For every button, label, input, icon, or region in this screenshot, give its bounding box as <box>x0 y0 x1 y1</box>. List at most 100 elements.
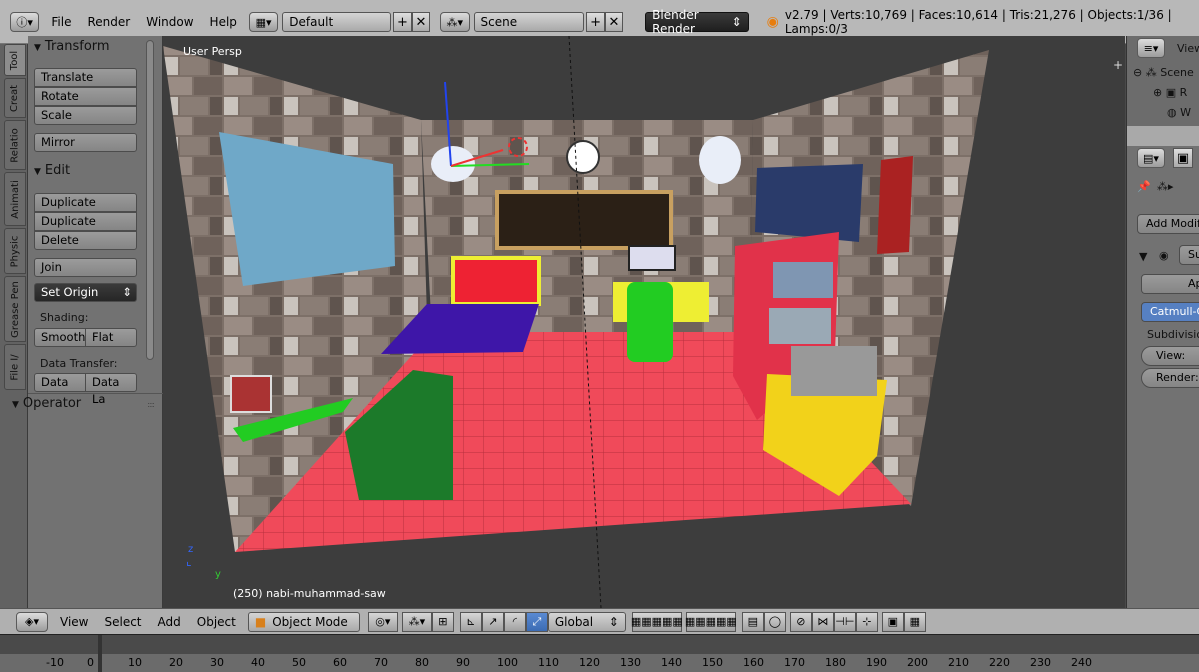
render-engine-label: Blender Render <box>652 8 699 36</box>
set-origin-label: Set Origin <box>41 285 99 299</box>
info-editor-type-button[interactable]: ⓘ▾ <box>10 12 40 32</box>
remove-scene-button[interactable]: ✕ <box>604 12 624 32</box>
layers-grid-icon: ▦▦▦▦▦ <box>684 615 737 628</box>
data-layout-button[interactable]: Data La <box>85 373 137 406</box>
menu-object[interactable]: Object <box>197 615 236 629</box>
timeline[interactable]: -10 0 10 20 30 40 50 60 70 80 90 100 110 120 130 140 150… <box>0 634 1199 672</box>
cube-icon: ◈▾ <box>25 615 39 628</box>
timeline-tick-label: 70 <box>374 656 388 669</box>
scene-field[interactable]: Scene <box>473 12 585 32</box>
tab-grease-pencil[interactable]: Grease Pen <box>4 276 26 342</box>
screen-layout-icon-button[interactable]: ▦▾ <box>248 12 279 32</box>
properties-editor: ▤▾ ▣ 📌 ⁂▸ Add Modifi ▼ ◉ Su Apply Catmul… <box>1126 146 1199 608</box>
mirror-button[interactable]: Mirror <box>34 133 137 152</box>
menu-help[interactable]: Help <box>202 11 245 33</box>
delete-button[interactable]: Delete <box>34 231 137 250</box>
join-button[interactable]: Join <box>34 258 137 277</box>
smooth-button[interactable]: Smooth <box>34 328 86 347</box>
render-tab-button[interactable]: ▣ <box>1173 148 1193 168</box>
timeline-tick-label: 50 <box>292 656 306 669</box>
outliner-render-layers-row[interactable]: ⊕ ▣ R <box>1153 86 1187 99</box>
scale-manipulator-button[interactable]: ⤢ <box>525 611 548 632</box>
viewport-expand-icon[interactable]: + <box>1113 58 1123 72</box>
close-icon: ✕ <box>415 14 427 30</box>
outliner-props-divider[interactable] <box>1126 126 1199 146</box>
scene-layers-second-block[interactable]: ▦▦▦▦▦ <box>684 611 737 632</box>
menu-render[interactable]: Render <box>79 11 138 33</box>
operator-panel-header[interactable]: ▼ Operator <box>12 396 81 411</box>
scene-icon-button[interactable]: ⁂▾ <box>440 12 470 32</box>
snap-target-button[interactable]: ⊹ <box>855 611 878 632</box>
apply-modifier-button[interactable]: Apply <box>1141 274 1199 294</box>
add-layout-button[interactable]: + <box>393 12 412 32</box>
transform-panel-header[interactable]: ▼ Transform <box>34 39 110 54</box>
modifier-name-field[interactable]: Su <box>1179 245 1199 265</box>
snap-element-button[interactable]: ⊣⊢ <box>833 611 856 632</box>
view-subdivisions-field[interactable]: View: <box>1141 346 1199 366</box>
menu-select[interactable]: Select <box>104 615 141 629</box>
menu-file[interactable]: File <box>43 11 79 33</box>
duplicate-linked-button[interactable]: Duplicate Linked <box>34 212 137 245</box>
timeline-tick-label: 20 <box>169 656 183 669</box>
outliner-editor-type-button[interactable]: ≡▾ <box>1137 38 1165 58</box>
timeline-tick-label: 140 <box>661 656 682 669</box>
render-engine-select[interactable]: Blender Render ⇕ <box>645 8 749 36</box>
tab-create[interactable]: Creat <box>4 78 26 118</box>
set-origin-select[interactable]: Set Origin ⇕ <box>34 283 137 302</box>
properties-editor-type-button[interactable]: ▤▾ <box>1137 148 1165 168</box>
edit-panel-header[interactable]: ▼ Edit <box>34 163 70 178</box>
pivot-point-button[interactable]: ⁂▾ <box>401 611 432 632</box>
pin-icon[interactable]: 📌 <box>1137 180 1151 193</box>
layer-occlusion-button[interactable]: ⊞ <box>431 611 454 632</box>
rotate-button[interactable]: Rotate <box>34 87 137 106</box>
outliner-scene-row[interactable]: ⊖ ⁂ Scene <box>1133 66 1194 79</box>
plus-icon: + <box>397 14 408 30</box>
snap-toggle-button[interactable]: ⋈ <box>811 611 834 632</box>
render-border-button[interactable]: ◯ <box>763 611 786 632</box>
translate-button[interactable]: Translate <box>34 68 137 87</box>
menu-window[interactable]: Window <box>138 11 201 33</box>
flat-button[interactable]: Flat <box>85 328 137 347</box>
data-transfer-button[interactable]: Data <box>34 373 86 392</box>
lock-camera-button[interactable]: ▤ <box>741 611 764 632</box>
outliner-view-menu[interactable]: View <box>1177 42 1199 55</box>
render-opengl-image-button[interactable]: ▣ <box>881 611 904 632</box>
current-frame-indicator[interactable] <box>98 635 102 672</box>
3d-view-editor-type-button[interactable]: ◈▾ <box>16 611 48 632</box>
tab-file-io[interactable]: File I/ <box>4 344 26 390</box>
duplicate-button[interactable]: Duplicate <box>34 193 137 212</box>
rotate-manipulator-button[interactable]: ◜ <box>503 611 526 632</box>
toolshelf-scrollbar[interactable] <box>146 40 154 360</box>
viewport-shading-button[interactable]: ◎▾ <box>367 611 398 632</box>
tab-animation[interactable]: Animati <box>4 172 26 226</box>
blender-window: ⓘ▾ File Render Window Help ▦▾ Default + … <box>0 0 1199 672</box>
timeline-tick-label: 10 <box>128 656 142 669</box>
drag-grip-icon[interactable]: :::: <box>147 400 155 409</box>
timeline-tick-label: 180 <box>825 656 846 669</box>
screen-layout-field[interactable]: Default <box>282 12 392 32</box>
render-opengl-animation-button[interactable]: ▦ <box>903 611 926 632</box>
remove-layout-button[interactable]: ✕ <box>411 12 431 32</box>
3d-viewport[interactable]: User Persp (250) nabi-muhammad-saw z y ⌞… <box>163 36 1125 608</box>
scene-layers-first-block[interactable]: ▦▦▦▦▦ <box>631 611 683 632</box>
menu-view[interactable]: View <box>60 615 88 629</box>
catmull-clark-button[interactable]: Catmull-C <box>1141 302 1199 322</box>
add-scene-button[interactable]: + <box>586 12 605 32</box>
proportional-editing-button[interactable]: ⊘ <box>789 611 812 632</box>
3d-view-header: ◈▾ View Select Add Object ■ Object Mode … <box>0 608 1199 634</box>
menu-add[interactable]: Add <box>158 615 181 629</box>
interaction-mode-select[interactable]: ■ Object Mode <box>247 611 360 632</box>
translate-manipulator-button[interactable]: ↗ <box>481 611 504 632</box>
triangle-down-icon: ▼ <box>34 167 41 177</box>
add-modifier-button[interactable]: Add Modifi <box>1137 214 1199 234</box>
tab-physics[interactable]: Physic <box>4 228 26 274</box>
proportional-icon: ⊘ <box>796 615 806 628</box>
scale-button[interactable]: Scale <box>34 106 137 125</box>
render-subdivisions-field[interactable]: Render: <box>1141 368 1199 388</box>
manipulator-toggle-button[interactable]: ⊾ <box>459 611 482 632</box>
outliner-world-row[interactable]: ◍ W <box>1167 106 1191 119</box>
tab-relations[interactable]: Relatio <box>4 120 26 170</box>
modifier-collapse-icon[interactable]: ▼ <box>1139 250 1147 263</box>
tab-tool[interactable]: Tool <box>4 44 26 76</box>
transform-orientation-select[interactable]: Global ⇕ <box>547 611 626 632</box>
